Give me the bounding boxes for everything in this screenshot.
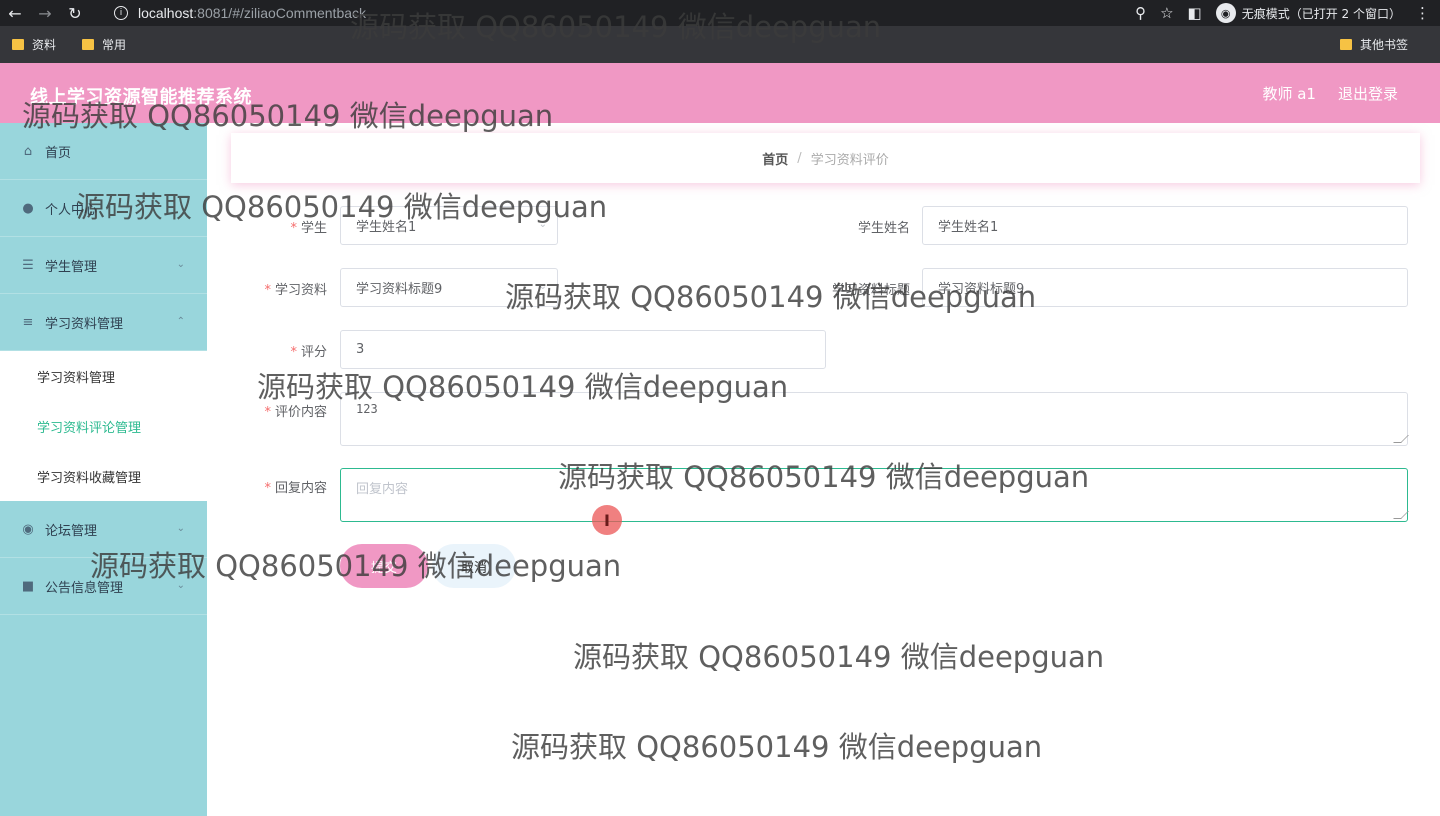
incognito-icon: ◉: [1215, 3, 1236, 23]
chevron-down-icon: ⌄: [538, 281, 547, 292]
chevron-down-icon: ⌄: [176, 259, 185, 270]
sidebar: ⌂ 首页 ● 个人中心 ☰ 学生管理 ⌄ ≡ 学习资料管理 ⌃ 学习资料管理 学…: [0, 123, 207, 816]
sidebar-item-materials[interactable]: ≡ 学习资料管理 ⌃: [0, 294, 207, 351]
bookmarks-bar: 资料 常用 其他书签: [0, 26, 1440, 63]
student-name-label: 学生姓名: [857, 221, 910, 236]
sidebar-item-forum[interactable]: ◉ 论坛管理 ⌄: [0, 501, 207, 558]
comment-textarea[interactable]: 123: [340, 392, 1409, 446]
app-header: 线上学习资源智能推荐系统 教师 a1 退出登录: [0, 63, 1440, 123]
student-name-field[interactable]: 学生姓名1: [922, 206, 1408, 245]
score-field[interactable]: 3: [340, 330, 826, 369]
side-panel-icon[interactable]: ◧: [1188, 4, 1202, 22]
board-icon: ■: [21, 578, 35, 594]
reload-icon[interactable]: ↻: [60, 0, 90, 26]
chevron-down-icon: ⌄: [176, 523, 185, 534]
submit-button[interactable]: 提交: [340, 544, 428, 588]
cursor-highlight-icon: I: [592, 505, 622, 535]
bookmark-folder[interactable]: 资料: [12, 36, 56, 53]
student-label: * 学生: [290, 221, 327, 236]
reply-label: * 回复内容: [264, 481, 327, 496]
material-label: * 学习资料: [264, 283, 327, 298]
chevron-down-icon: ⌄: [538, 219, 547, 230]
folder-icon: [82, 39, 95, 50]
other-bookmarks[interactable]: 其他书签: [1339, 26, 1408, 63]
comment-label: * 评价内容: [264, 405, 327, 420]
sliders-icon: ≡: [22, 314, 34, 330]
address-bar[interactable]: i localhost:8081/#/ziliaoCommentback: [104, 0, 1194, 26]
resize-handle[interactable]: [1393, 435, 1409, 443]
reply-textarea[interactable]: 回复内容: [340, 468, 1409, 522]
home-icon: ⌂: [23, 143, 33, 159]
bookmark-folder[interactable]: 常用: [82, 36, 126, 53]
submenu-item-material-favorites[interactable]: 学习资料收藏管理: [0, 451, 207, 501]
list-icon: ☰: [22, 257, 34, 273]
material-select[interactable]: 学习资料标题9 ⌄: [340, 268, 558, 307]
main-content: 首页 / 学习资料评价 * 学生 学生姓名1 ⌄ 学生姓名 学生姓名1 * 学习资料…: [207, 123, 1440, 816]
submenu-item-material-comments[interactable]: 学习资料评论管理: [0, 401, 207, 451]
sidebar-item-profile[interactable]: ● 个人中心: [0, 180, 207, 237]
submenu-item-materials[interactable]: 学习资料管理: [0, 351, 207, 401]
folder-icon: [12, 39, 24, 50]
score-label: * 评分: [290, 345, 327, 360]
sidebar-item-notices[interactable]: ■ 公告信息管理 ⌄: [0, 558, 207, 615]
browser-toolbar: ← → ↻ i localhost:8081/#/ziliaoCommentba…: [0, 0, 1440, 26]
student-select[interactable]: 学生姓名1 ⌄: [340, 206, 558, 245]
folder-icon: [1339, 39, 1352, 50]
sidebar-item-students[interactable]: ☰ 学生管理 ⌄: [0, 237, 207, 294]
forward-icon[interactable]: →: [30, 0, 60, 26]
sidebar-item-home[interactable]: ⌂ 首页: [0, 123, 207, 180]
incognito-indicator[interactable]: ◉ 无痕模式（已打开 2 个窗口）: [1215, 3, 1401, 23]
chevron-up-icon: ⌃: [176, 316, 185, 327]
key-icon[interactable]: ⚲: [1135, 4, 1146, 22]
material-title-field[interactable]: 学习资料标题9: [922, 268, 1408, 307]
user-icon: ●: [22, 200, 34, 216]
breadcrumb-separator: /: [797, 150, 802, 166]
materials-submenu: 学习资料管理 学习资料评论管理 学习资料收藏管理: [0, 351, 207, 501]
breadcrumb: 首页 / 学习资料评价: [231, 133, 1420, 183]
back-icon[interactable]: ←: [0, 0, 30, 26]
star-icon[interactable]: ☆: [1160, 4, 1173, 22]
material-title-label: 学习资料标题: [831, 283, 910, 298]
cancel-button[interactable]: 取消: [432, 544, 516, 588]
url-text: localhost:8081/#/ziliaoCommentback: [138, 5, 367, 21]
info-icon[interactable]: i: [114, 6, 128, 20]
kebab-menu-icon[interactable]: ⋮: [1415, 4, 1430, 22]
breadcrumb-home[interactable]: 首页: [762, 149, 788, 168]
chevron-down-icon: ⌄: [176, 580, 185, 591]
resize-handle[interactable]: [1393, 511, 1409, 519]
logout-link[interactable]: 退出登录: [1338, 83, 1398, 104]
breadcrumb-current: 学习资料评价: [810, 152, 889, 168]
user-name[interactable]: 教师 a1: [1262, 83, 1316, 104]
app-title: 线上学习资源智能推荐系统: [30, 87, 252, 108]
bulb-icon: ◉: [22, 521, 34, 537]
